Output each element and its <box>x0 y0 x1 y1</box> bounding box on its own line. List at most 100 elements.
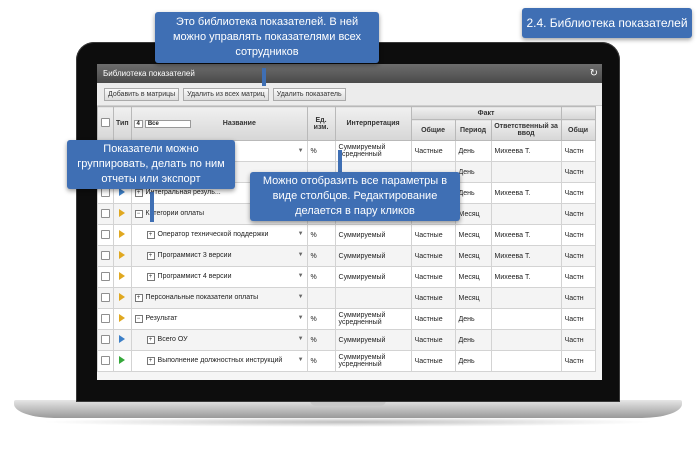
unit-header[interactable]: Ед. изм. <box>306 106 336 141</box>
period-cell: День <box>454 182 492 204</box>
row-checkbox[interactable] <box>101 208 110 218</box>
name-header[interactable]: 4 Все Название <box>130 106 308 141</box>
expand-toggle-icon[interactable]: + <box>146 357 155 365</box>
window-titlebar: Библиотека показателей ↻ <box>97 64 602 83</box>
slide-badge: 2.4. Библиотека показателей <box>522 8 692 38</box>
common2-cell: Частн <box>560 308 596 330</box>
responsible-cell: Михеева Т. <box>490 182 562 204</box>
row-menu-icon[interactable]: ▼ <box>298 315 304 321</box>
common-header[interactable]: Общие <box>410 119 456 141</box>
row-menu-icon[interactable]: ▼ <box>298 231 304 237</box>
common2-header[interactable]: Общи <box>560 119 596 141</box>
row-checkbox-cell[interactable] <box>97 224 114 246</box>
row-checkbox[interactable] <box>101 334 110 344</box>
indicator-name: Программист 4 версии <box>157 273 232 280</box>
row-menu-icon[interactable]: ▼ <box>298 273 304 279</box>
name-cell[interactable]: + Выполнение должностных инструкций ▼ <box>130 350 308 372</box>
period-cell: Месяц <box>454 266 492 288</box>
row-checkbox[interactable] <box>101 313 110 323</box>
common-cell: Частные <box>410 350 456 372</box>
common2-cell: Частн <box>560 245 596 267</box>
interpretation-cell <box>334 287 412 309</box>
period-header[interactable]: Период <box>454 119 492 141</box>
period-cell: День <box>454 329 492 351</box>
indicator-name: Всего ОУ <box>157 336 188 343</box>
period-cell: День <box>454 350 492 372</box>
row-checkbox-cell[interactable] <box>97 245 114 267</box>
select-all-checkbox[interactable] <box>101 118 110 127</box>
name-cell[interactable]: + Персональные показатели оплаты ▼ <box>130 287 308 309</box>
unit-cell <box>306 287 336 309</box>
type-header[interactable]: Тип <box>113 106 132 141</box>
unit-cell: % <box>306 329 336 351</box>
common2-cell: Частн <box>560 329 596 351</box>
name-cell[interactable]: − Результат ▼ <box>130 308 308 330</box>
level-input[interactable]: 4 <box>133 119 143 128</box>
table-row[interactable]: + Выполнение должностных инструкций ▼% Сумм… <box>97 350 596 372</box>
table-row[interactable]: + Всего ОУ ▼% Суммируемый Частные День Частн <box>97 329 596 351</box>
expand-toggle-icon[interactable]: + <box>134 294 143 302</box>
select-all-header[interactable] <box>97 106 114 141</box>
row-checkbox[interactable] <box>101 250 110 260</box>
remove-from-all-matrices-button[interactable]: Удалить из всех матриц <box>183 87 269 101</box>
responsible-cell: Михеева Т. <box>490 266 562 288</box>
row-menu-icon[interactable]: ▼ <box>298 357 304 363</box>
period-cell: Месяц <box>454 245 492 267</box>
refresh-icon[interactable]: ↻ <box>590 64 598 83</box>
name-cell[interactable]: + Программист 4 версии ▼ <box>130 266 308 288</box>
type-cell <box>113 329 132 351</box>
responsible-cell <box>490 350 562 372</box>
period-cell: Месяц <box>454 224 492 246</box>
type-cell <box>113 203 132 225</box>
row-menu-icon[interactable]: ▼ <box>298 252 304 258</box>
expand-toggle-icon[interactable]: + <box>146 231 155 239</box>
table-row[interactable]: + Программист 4 версии ▼% Суммируемый Частны… <box>97 266 596 288</box>
row-checkbox-cell[interactable] <box>97 266 114 288</box>
unit-cell: % <box>306 266 336 288</box>
row-checkbox[interactable] <box>101 229 110 239</box>
fact-header: Факт <box>410 106 562 120</box>
row-checkbox-cell[interactable] <box>97 287 114 309</box>
responsible-header[interactable]: Ответственный за ввод <box>490 119 562 141</box>
row-menu-icon[interactable]: ▼ <box>298 336 304 342</box>
add-to-matrices-button[interactable]: Добавить в матрицы <box>104 87 180 101</box>
row-checkbox-cell[interactable] <box>97 350 114 372</box>
responsible-cell <box>490 287 562 309</box>
expand-toggle-icon[interactable]: − <box>134 210 143 218</box>
name-cell[interactable]: + Всего ОУ ▼ <box>130 329 308 351</box>
delete-indicator-button[interactable]: Удалить показатель <box>272 87 346 101</box>
common2-cell: Частн <box>560 140 596 162</box>
name-cell[interactable]: + Оператор технической поддержки ▼ <box>130 224 308 246</box>
row-checkbox[interactable] <box>101 355 110 365</box>
row-checkbox-cell[interactable] <box>97 329 114 351</box>
extra-group-header <box>560 106 596 120</box>
row-checkbox[interactable] <box>101 292 110 302</box>
type-icon <box>119 272 126 280</box>
name-cell[interactable]: + Программист 3 версии ▼ <box>130 245 308 267</box>
interpretation-cell: Суммируемый <box>334 245 412 267</box>
table-row[interactable]: − Результат ▼% Суммируемый усредненный Частн… <box>97 308 596 330</box>
responsible-cell: Михеева Т. <box>490 224 562 246</box>
expand-toggle-icon[interactable]: − <box>134 315 143 323</box>
row-checkbox[interactable] <box>101 271 110 281</box>
type-icon <box>119 335 126 343</box>
table-row[interactable]: + Персональные показатели оплаты ▼ Частные М… <box>97 287 596 309</box>
table-row[interactable]: + Оператор технической поддержки ▼% Суммиру… <box>97 224 596 246</box>
expand-toggle-icon[interactable]: + <box>146 336 155 344</box>
callout-columns-pointer <box>338 150 342 174</box>
expand-toggle-icon[interactable]: + <box>146 273 155 281</box>
expand-toggle-icon[interactable]: + <box>146 252 155 260</box>
interpretation-header[interactable]: Интерпретация <box>334 106 412 141</box>
level-select[interactable]: Все <box>144 119 191 128</box>
table-row[interactable]: + Программист 3 версии ▼% Суммируемый Частны… <box>97 245 596 267</box>
row-checkbox-cell[interactable] <box>97 308 114 330</box>
row-menu-icon[interactable]: ▼ <box>298 294 304 300</box>
indicator-name: Интегральная резуль... <box>145 189 221 196</box>
expand-toggle-icon[interactable]: + <box>134 189 143 197</box>
row-menu-icon[interactable]: ▼ <box>298 148 304 154</box>
interpretation-cell: Суммируемый <box>334 224 412 246</box>
type-cell <box>113 350 132 372</box>
row-checkbox-cell[interactable] <box>97 203 114 225</box>
callout-library-pointer <box>262 68 266 86</box>
common2-cell: Частн <box>560 287 596 309</box>
